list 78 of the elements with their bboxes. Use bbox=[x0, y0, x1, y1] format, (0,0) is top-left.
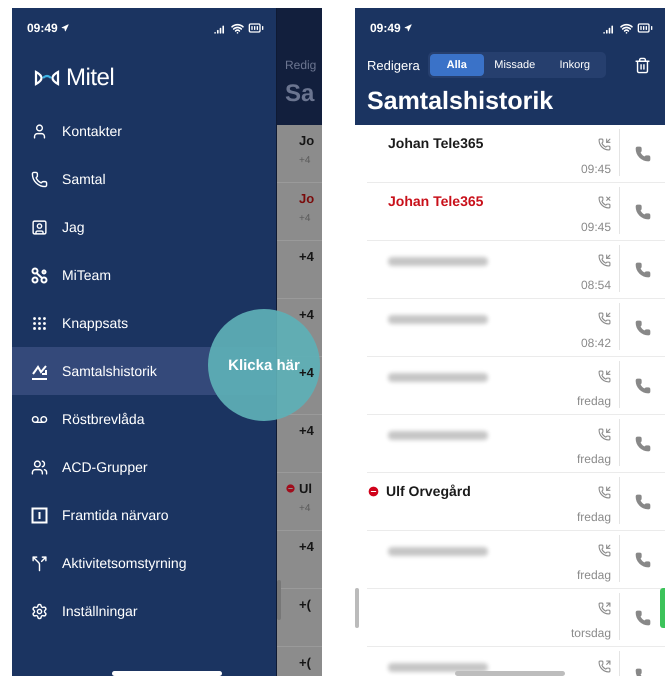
page-title: Samtalshistorik bbox=[367, 87, 554, 116]
phone-icon[interactable] bbox=[634, 552, 650, 568]
nodes-icon bbox=[30, 266, 48, 284]
logo-icon bbox=[34, 70, 60, 86]
outgoing-call-icon bbox=[598, 602, 611, 615]
keypad-icon bbox=[30, 314, 48, 332]
phone-icon[interactable] bbox=[634, 146, 650, 162]
caller-name: Ul bbox=[299, 481, 312, 496]
caller-name: +4 bbox=[299, 249, 314, 264]
phone-icon[interactable] bbox=[634, 436, 650, 452]
incoming-call-icon bbox=[598, 486, 611, 499]
phone-icon[interactable] bbox=[634, 494, 650, 510]
phone-icon[interactable] bbox=[634, 320, 650, 336]
call-time: torsdag bbox=[570, 626, 611, 640]
filter-tab[interactable]: Inkorg bbox=[546, 54, 604, 76]
menu-item[interactable]: Inställningar bbox=[12, 587, 276, 635]
phone-icon[interactable] bbox=[634, 610, 650, 626]
menu-item[interactable]: ACD-Grupper bbox=[12, 443, 276, 491]
caller-name: +4 bbox=[299, 307, 314, 322]
filter-tab[interactable]: Alla bbox=[430, 54, 484, 76]
menu-item[interactable]: Framtida närvaro bbox=[12, 491, 276, 539]
scroll-handle bbox=[277, 580, 281, 620]
missed-call-icon bbox=[598, 196, 611, 209]
edit-label: Redig bbox=[285, 58, 316, 72]
phone-icon[interactable] bbox=[634, 262, 650, 278]
caller-name: +4 bbox=[299, 539, 314, 554]
call-time: 08:42 bbox=[580, 336, 611, 350]
caller-name: +( bbox=[299, 597, 311, 612]
call-time: fredag bbox=[576, 568, 611, 582]
caller-name: Jo bbox=[299, 191, 314, 206]
incoming-call-icon bbox=[598, 544, 611, 557]
status-time: 09:49 bbox=[27, 21, 69, 35]
menu-item[interactable]: MiTeam bbox=[12, 251, 276, 299]
caller-name: Johan Tele365 bbox=[388, 135, 484, 151]
call-time: fredag bbox=[576, 452, 611, 466]
call-time: 09:45 bbox=[580, 220, 611, 234]
caller-name: Johan Tele365 bbox=[388, 193, 484, 209]
menu-item[interactable]: Samtal bbox=[12, 155, 276, 203]
caller-name: +4 bbox=[299, 423, 314, 438]
caller-name: Jo bbox=[299, 133, 314, 148]
filter-tab[interactable]: Missade bbox=[484, 54, 546, 76]
incoming-call-icon bbox=[598, 312, 611, 325]
call-time: fredag bbox=[576, 394, 611, 408]
incoming-call-icon bbox=[598, 254, 611, 267]
logo-wordmark: Mitel bbox=[66, 64, 114, 92]
call-history-icon bbox=[30, 362, 48, 380]
incoming-call-icon bbox=[598, 428, 611, 441]
edit-button[interactable]: Redigera bbox=[367, 58, 420, 72]
menu-item[interactable]: Knappsats bbox=[12, 299, 276, 347]
trash-icon[interactable] bbox=[634, 56, 651, 74]
status-time: 09:49 bbox=[370, 21, 412, 35]
location-icon bbox=[60, 24, 69, 32]
caller-name: +( bbox=[299, 655, 311, 670]
wifi-icon bbox=[231, 22, 244, 34]
caller-name: +4 bbox=[299, 365, 314, 380]
page-title: Sa bbox=[285, 80, 314, 108]
call-time: fredag bbox=[576, 510, 611, 524]
call-time: 08:54 bbox=[580, 278, 611, 292]
phone-icon[interactable] bbox=[634, 204, 650, 220]
scroll-handle bbox=[355, 588, 359, 628]
menu-item[interactable]: Jag bbox=[12, 203, 276, 251]
menu-item[interactable]: Röstbrevlåda bbox=[12, 395, 276, 443]
menu-item[interactable]: Aktivitetsomstyrning bbox=[12, 539, 276, 587]
phone-icon[interactable] bbox=[634, 378, 650, 394]
menu-item[interactable]: Kontakter bbox=[12, 107, 276, 155]
incoming-call-icon bbox=[598, 370, 611, 383]
calendar-icon bbox=[30, 506, 48, 524]
settings-icon bbox=[30, 602, 48, 620]
outgoing-call-icon bbox=[598, 660, 611, 673]
group-icon bbox=[30, 458, 48, 476]
caller-name: Ulf Orvegård bbox=[386, 483, 471, 499]
location-icon bbox=[404, 24, 412, 32]
wifi-icon bbox=[620, 22, 633, 34]
incoming-call-icon bbox=[598, 138, 611, 151]
split-arrow-icon bbox=[30, 554, 48, 572]
call-time: 09:45 bbox=[580, 162, 611, 176]
profile-card-icon bbox=[30, 218, 48, 236]
phone-icon bbox=[30, 170, 48, 188]
